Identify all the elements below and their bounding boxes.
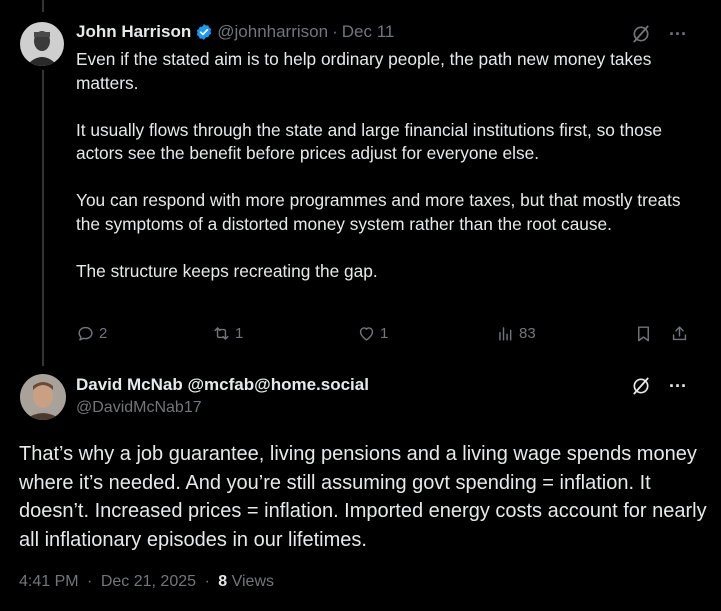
thread-connector xyxy=(42,70,44,366)
post-top-actions: ··· xyxy=(631,376,687,396)
more-icon[interactable]: ··· xyxy=(669,25,687,43)
verified-badge-icon xyxy=(195,23,213,41)
share-icon xyxy=(672,326,687,341)
thread-connector-top xyxy=(42,0,44,12)
repost-count: 1 xyxy=(235,325,244,342)
reply-button[interactable]: 2 xyxy=(76,324,107,343)
views-label: Views xyxy=(231,573,274,590)
header-separator: · xyxy=(332,22,338,41)
post-paragraph: It usually flows through the state and l… xyxy=(76,119,662,164)
post-meta: 4:41 PM · Dec 21, 2025 · 8 Views xyxy=(19,573,274,591)
author-avatar[interactable] xyxy=(20,22,64,66)
share-button[interactable] xyxy=(670,324,693,343)
post-top-actions: ··· xyxy=(631,24,687,44)
grok-icon[interactable] xyxy=(631,24,651,44)
reply-icon xyxy=(78,326,93,341)
views-icon xyxy=(499,327,512,341)
post-text: That’s why a job guarantee, living pensi… xyxy=(19,443,707,552)
post-time[interactable]: 4:41 PM xyxy=(19,573,79,590)
repost-icon xyxy=(214,327,229,340)
author-handle[interactable]: @DavidMcNab17 xyxy=(76,399,202,417)
post-header: John Harrison @johnharrison · Dec 11 xyxy=(76,22,394,42)
post-date[interactable]: Dec 21, 2025 xyxy=(101,573,196,590)
author-name[interactable]: John Harrison xyxy=(76,22,191,42)
meta-separator: · xyxy=(204,573,210,590)
like-count: 1 xyxy=(380,325,389,342)
post-text: Even if the stated aim is to help ordina… xyxy=(76,48,701,283)
bookmark-icon xyxy=(638,326,649,342)
meta-separator: · xyxy=(87,573,93,590)
post-date[interactable]: Dec 11 xyxy=(342,22,395,42)
views-count: 8 xyxy=(218,573,228,590)
post-paragraph: Even if the stated aim is to help ordina… xyxy=(76,49,652,93)
post-paragraph: You can respond with more programmes and… xyxy=(76,190,681,234)
post-paragraph: The structure keeps recreating the gap. xyxy=(76,260,378,281)
author-name[interactable]: David McNab @mcfab@home.social xyxy=(76,375,369,395)
author-handle[interactable]: @johnharrison xyxy=(217,22,328,42)
author-avatar[interactable] xyxy=(20,374,66,420)
bookmark-button[interactable] xyxy=(634,324,657,343)
reply-count: 2 xyxy=(99,325,108,342)
repost-button[interactable]: 1 xyxy=(212,324,243,343)
more-icon[interactable]: ··· xyxy=(669,377,687,395)
like-icon xyxy=(359,327,374,341)
like-button[interactable]: 1 xyxy=(357,324,388,343)
grok-icon[interactable] xyxy=(631,376,651,396)
views-button[interactable]: 83 xyxy=(496,324,536,343)
post-action-bar: 2 1 1 83 xyxy=(76,324,692,348)
views-count: 83 xyxy=(519,325,536,342)
